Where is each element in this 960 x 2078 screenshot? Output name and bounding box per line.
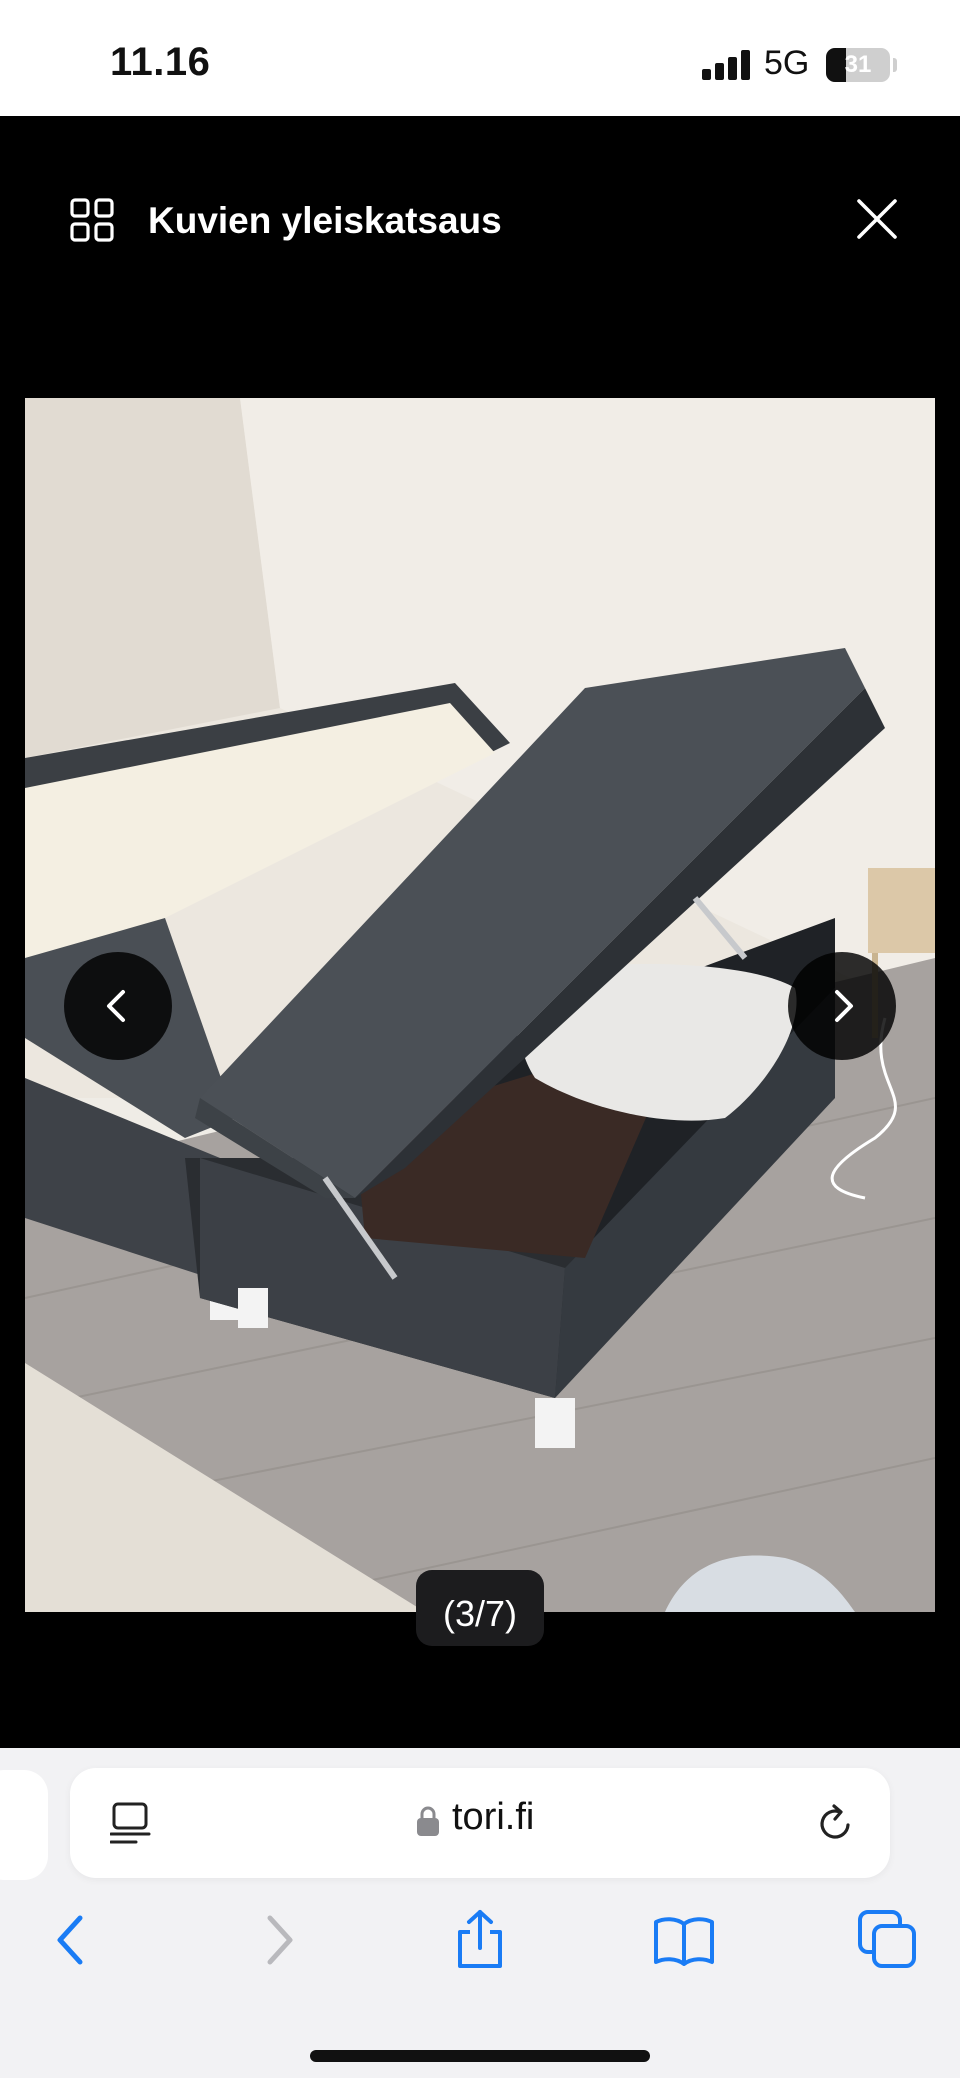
chevron-left-icon	[107, 990, 125, 1022]
home-indicator	[310, 2050, 650, 2062]
grid-icon[interactable]	[70, 198, 114, 242]
close-icon[interactable]	[850, 192, 904, 246]
browser-toolbar: tori.fi	[0, 1748, 960, 2078]
next-image-button[interactable]	[788, 952, 896, 1060]
url-domain[interactable]: tori.fi	[452, 1796, 534, 1839]
image-viewer: Kuvien yleiskatsaus (3/7)	[0, 116, 960, 1748]
back-icon[interactable]	[40, 1908, 104, 1972]
reload-icon[interactable]	[814, 1801, 858, 1845]
forward-icon[interactable]	[246, 1908, 310, 1972]
previous-tab-preview[interactable]	[0, 1770, 48, 1880]
status-bar: 11.16 5G 31	[0, 0, 960, 116]
viewer-header: Kuvien yleiskatsaus	[0, 116, 960, 326]
lock-icon	[416, 1805, 440, 1837]
chevron-right-icon	[835, 990, 853, 1022]
network-type: 5G	[764, 44, 810, 82]
page-menu-icon[interactable]	[109, 1801, 152, 1845]
image-overview-button[interactable]: Kuvien yleiskatsaus	[148, 200, 502, 242]
battery-tip	[893, 58, 897, 72]
address-bar[interactable]: tori.fi	[70, 1768, 890, 1878]
status-time: 11.16	[110, 40, 211, 84]
bookmarks-icon[interactable]	[652, 1908, 716, 1972]
previous-image-button[interactable]	[64, 952, 172, 1060]
cellular-signal-icon	[702, 50, 752, 80]
tabs-icon[interactable]	[856, 1908, 920, 1972]
image-counter: (3/7)	[416, 1570, 544, 1646]
battery-icon: 31	[826, 48, 890, 82]
battery-percent: 31	[844, 51, 872, 78]
share-icon[interactable]	[448, 1908, 512, 1972]
